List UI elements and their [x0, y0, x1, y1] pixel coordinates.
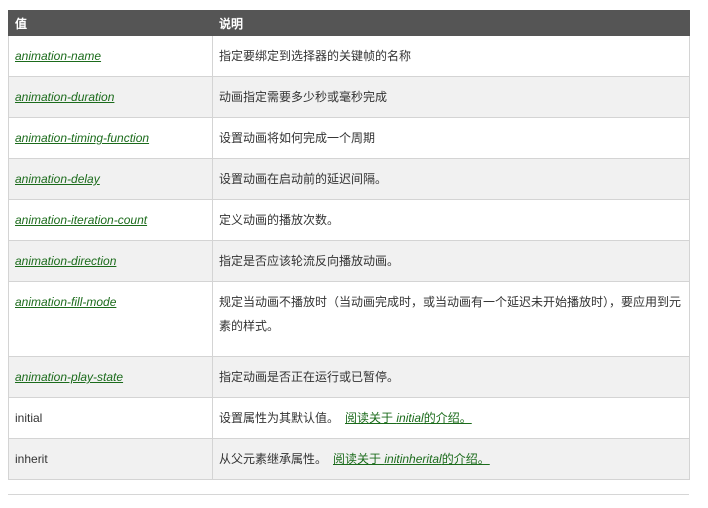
table-row: animation-fill-mode 规定当动画不播放时（当动画完成时，或当动…: [8, 281, 690, 357]
table-row: initial 设置属性为其默认值。 阅读关于 initial的介绍。: [8, 397, 690, 439]
animation-values-table-container: 值 说明 animation-name 指定要绑定到选择器的关键帧的名称 ani…: [8, 10, 690, 480]
read-about-initial-link[interactable]: 阅读关于 initial的介绍。: [345, 411, 472, 425]
header-value: 值: [8, 10, 213, 36]
property-link-animation-timing-function[interactable]: animation-timing-function: [15, 131, 149, 145]
property-link-animation-duration[interactable]: animation-duration: [15, 90, 114, 104]
row-description: 从父元素继承属性。 阅读关于 initinherital的介绍。: [212, 438, 690, 480]
property-link-animation-iteration-count[interactable]: animation-iteration-count: [15, 213, 147, 227]
row-description: 指定要绑定到选择器的关键帧的名称: [212, 35, 690, 77]
property-link-animation-direction[interactable]: animation-direction: [15, 254, 116, 268]
animation-values-table: 值 说明 animation-name 指定要绑定到选择器的关键帧的名称 ani…: [8, 10, 690, 480]
row-description: 定义动画的播放次数。: [212, 199, 690, 241]
row-description: 设置动画在启动前的延迟间隔。: [212, 158, 690, 200]
read-about-inherit-link[interactable]: 阅读关于 initinherital的介绍。: [333, 452, 490, 466]
row-description: 设置动画将如何完成一个周期: [212, 117, 690, 159]
table-row: animation-direction 指定是否应该轮流反向播放动画。: [8, 240, 690, 282]
property-link-animation-delay[interactable]: animation-delay: [15, 172, 100, 186]
table-row: animation-delay 设置动画在启动前的延迟间隔。: [8, 158, 690, 200]
description-text: 从父元素继承属性。: [219, 452, 328, 466]
description-text: 设置属性为其默认值。: [219, 411, 340, 425]
row-description: 规定当动画不播放时（当动画完成时，或当动画有一个延迟未开始播放时），要应用到元素…: [212, 281, 690, 357]
row-description: 设置属性为其默认值。 阅读关于 initial的介绍。: [212, 397, 690, 439]
table-row: animation-name 指定要绑定到选择器的关键帧的名称: [8, 35, 690, 77]
table-row: animation-duration 动画指定需要多少秒或毫秒完成: [8, 76, 690, 118]
row-description: 指定动画是否正在运行或已暂停。: [212, 356, 690, 398]
table-row: animation-timing-function 设置动画将如何完成一个周期: [8, 117, 690, 159]
value-inherit: inherit: [15, 452, 48, 466]
property-link-animation-fill-mode[interactable]: animation-fill-mode: [15, 295, 116, 309]
row-description: 动画指定需要多少秒或毫秒完成: [212, 76, 690, 118]
table-row: animation-play-state 指定动画是否正在运行或已暂停。: [8, 356, 690, 398]
table-header-row: 值 说明: [8, 10, 690, 36]
table-row: inherit 从父元素继承属性。 阅读关于 initinherital的介绍。: [8, 438, 690, 480]
row-description: 指定是否应该轮流反向播放动画。: [212, 240, 690, 282]
value-initial: initial: [15, 411, 43, 425]
table-row: animation-iteration-count 定义动画的播放次数。: [8, 199, 690, 241]
property-link-animation-name[interactable]: animation-name: [15, 49, 101, 63]
header-description: 说明: [212, 10, 690, 36]
section-divider: [8, 494, 689, 495]
property-link-animation-play-state[interactable]: animation-play-state: [15, 370, 123, 384]
